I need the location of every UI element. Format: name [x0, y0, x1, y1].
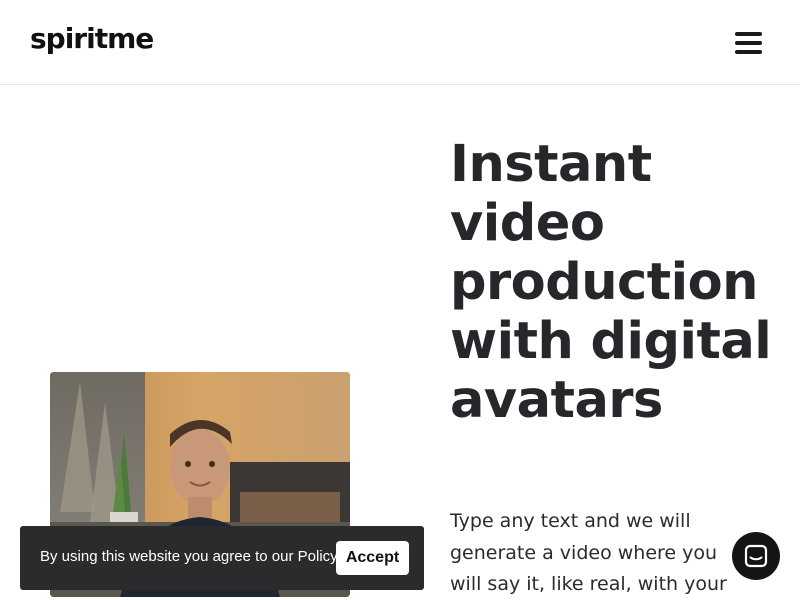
menu-bar: [735, 41, 762, 45]
chat-launcher-button[interactable]: [732, 532, 780, 580]
hamburger-menu-icon[interactable]: [733, 30, 763, 56]
logo[interactable]: spiritme: [30, 22, 154, 55]
cookie-banner: By using this website you agree to our P…: [20, 526, 424, 590]
menu-bar: [735, 50, 762, 54]
menu-bar: [735, 32, 762, 36]
cookie-banner-text: By using this website you agree to our P…: [40, 548, 341, 565]
accept-cookies-button[interactable]: Accept: [336, 541, 409, 575]
chat-bubble-icon: [744, 544, 768, 568]
hero-title: Instant video production with digital av…: [450, 135, 772, 430]
site-header: spiritme: [0, 0, 800, 85]
hero-subtitle: Type any text and we will generate a vid…: [450, 510, 727, 595]
